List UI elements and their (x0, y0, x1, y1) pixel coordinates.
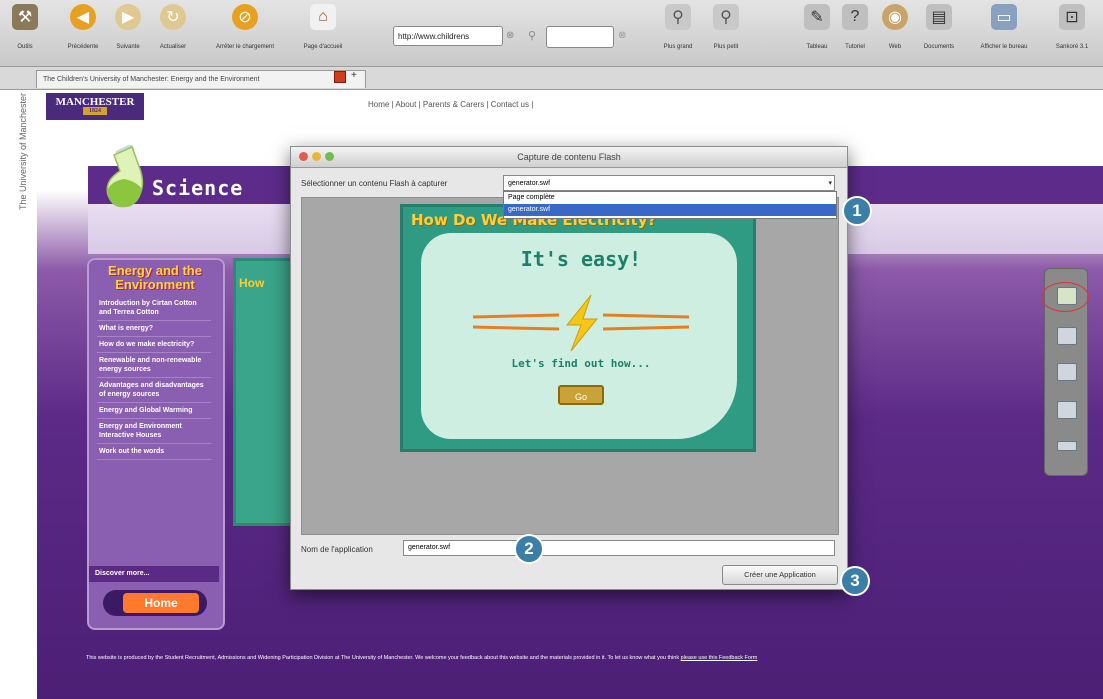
documents-button[interactable]: ▤ Documents (912, 4, 966, 50)
address-bar[interactable]: http://www.childrens (393, 26, 503, 46)
sidebar-item[interactable]: Energy and Environment Interactive House… (97, 419, 211, 444)
game-find-text: Let's find out how... (511, 357, 651, 370)
app-button[interactable]: ⊡ Sankoré 3.1 (1044, 4, 1100, 50)
tab-current[interactable]: The Children's University of Manchester:… (36, 70, 366, 88)
home-link-button[interactable]: Home (103, 590, 207, 616)
home-button[interactable]: ⌂ Page d'accueil (294, 4, 352, 50)
dropdown-option[interactable]: Page complète (504, 192, 836, 204)
tools-button[interactable]: ⚒ Outils (8, 4, 42, 50)
home-link-label: Home (123, 593, 199, 613)
search-icon: ⚲ (528, 30, 537, 42)
flash-capture-dialog: Capture de contenu Flash Sélectionner un… (290, 146, 848, 590)
zoom-out-button[interactable]: ⚲ Plus petit (704, 4, 748, 50)
stop-icon: ⊘ (232, 4, 258, 30)
step-badge-3: 3 (840, 566, 870, 596)
game-go-button[interactable]: Go (558, 385, 604, 405)
step-badge-1: 1 (842, 196, 872, 226)
topic-sidebar: Energy and the Environment Introduction … (87, 258, 225, 630)
dropdown-option-selected[interactable]: generator.swf (504, 204, 836, 216)
university-vertical-text: The University of Manchester (18, 92, 28, 210)
sidebar-item[interactable]: What is energy? (97, 321, 211, 337)
home-icon: ⌂ (310, 4, 336, 30)
sidebar-item[interactable]: How do we make electricity? (97, 337, 211, 353)
whiteboard-button[interactable]: ✎ Tableau (798, 4, 836, 50)
university-logo[interactable]: MANCHESTER 1824 (46, 93, 144, 120)
tutorial-icon: ? (842, 4, 868, 30)
zoom-in-button[interactable]: ⚲ Plus grand (656, 4, 700, 50)
create-app-button[interactable]: Créer une Application (722, 565, 838, 585)
flask-icon (106, 145, 144, 208)
refresh-icon: ↻ (160, 4, 186, 30)
refresh-button[interactable]: ↻ Actualiser (152, 4, 194, 50)
dialog-titlebar: Capture de contenu Flash (291, 147, 847, 168)
logo-sub-text: 1824 (83, 107, 107, 115)
clear-search-icon[interactable]: ⊗ (618, 30, 626, 41)
web-button[interactable]: ◉ Web (878, 4, 912, 50)
desktop-icon: ▭ (991, 4, 1017, 30)
clear-icon[interactable]: ⊗ (506, 30, 514, 41)
capture-window-icon[interactable] (1057, 363, 1077, 381)
feedback-link[interactable]: please use this Feedback Form (681, 655, 758, 661)
app-name-label: Nom de l'application (301, 545, 373, 554)
back-arrow-icon: ◀ (70, 4, 96, 30)
dialog-title: Capture de contenu Flash (517, 152, 621, 162)
show-desktop-button[interactable]: ▭ Afficher le bureau (966, 4, 1042, 50)
sidebar-item[interactable]: Introduction by Cirtan Cotton and Terrea… (97, 296, 211, 321)
top-navigation[interactable]: Home | About | Parents & Carers | Contac… (368, 100, 533, 109)
search-input[interactable] (546, 26, 614, 48)
documents-icon: ▤ (926, 4, 952, 30)
keyboard-icon[interactable] (1057, 441, 1077, 451)
flash-select-value: generator.swf (508, 180, 551, 187)
capture-area-icon[interactable] (1057, 401, 1077, 419)
flash-preview-area: How Do We Make Electricity? It's easy! L… (301, 197, 839, 535)
select-flash-label: Sélectionner un contenu Flash à capturer (301, 179, 448, 188)
whiteboard-icon: ✎ (804, 4, 830, 30)
tools-icon: ⚒ (12, 4, 38, 30)
discover-more-link[interactable]: Discover more... (89, 566, 219, 582)
page-footer: This website is produced by the Student … (86, 654, 1086, 662)
capture-screen-icon[interactable] (1057, 327, 1077, 345)
browser-toolbar: ⚒ Outils ◀ Précédente ▶ Suivante ↻ Actua… (0, 0, 1103, 67)
background-game-title: How (239, 276, 265, 290)
zoom-out-icon: ⚲ (713, 4, 739, 30)
back-button[interactable]: ◀ Précédente (62, 4, 104, 50)
zoom-in-icon: ⚲ (665, 4, 691, 30)
flash-select-dropdown: Page complète generator.swf (503, 191, 837, 219)
sidebar-title: Energy and the Environment (108, 263, 202, 292)
stop-button[interactable]: ⊘ Arrêter le chargement (200, 4, 290, 50)
tutorial-button[interactable]: ? Tutoriel (836, 4, 874, 50)
sidebar-item[interactable]: Work out the words (97, 444, 211, 460)
flash-content-select[interactable]: generator.swf ▾ (503, 175, 835, 191)
chevron-down-icon: ▾ (828, 180, 832, 187)
forward-arrow-icon: ▶ (115, 4, 141, 30)
step-badge-2: 2 (514, 534, 544, 564)
new-tab-button[interactable]: + (351, 70, 357, 81)
lightning-bolt-icon (472, 294, 690, 352)
science-title: Science (152, 176, 244, 200)
sidebar-item[interactable]: Advantages and disadvantages of energy s… (97, 378, 211, 403)
footer-text: This website is produced by the Student … (86, 655, 680, 661)
close-tab-icon[interactable] (334, 71, 346, 83)
app-name-input[interactable] (403, 540, 835, 556)
flash-game-preview[interactable]: How Do We Make Electricity? It's easy! L… (400, 204, 756, 452)
sidebar-item[interactable]: Renewable and non-renewable energy sourc… (97, 353, 211, 378)
app-icon: ⊡ (1059, 4, 1085, 30)
sidebar-list: Introduction by Cirtan Cotton and Terrea… (97, 296, 211, 460)
tab-strip: The Children's University of Manchester:… (0, 67, 1103, 90)
forward-button[interactable]: ▶ Suivante (108, 4, 148, 50)
highlight-ring (1041, 282, 1089, 312)
globe-icon: ◉ (882, 4, 908, 30)
game-easy-text: It's easy! (520, 247, 642, 271)
sidebar-item[interactable]: Energy and Global Warming (97, 403, 211, 419)
